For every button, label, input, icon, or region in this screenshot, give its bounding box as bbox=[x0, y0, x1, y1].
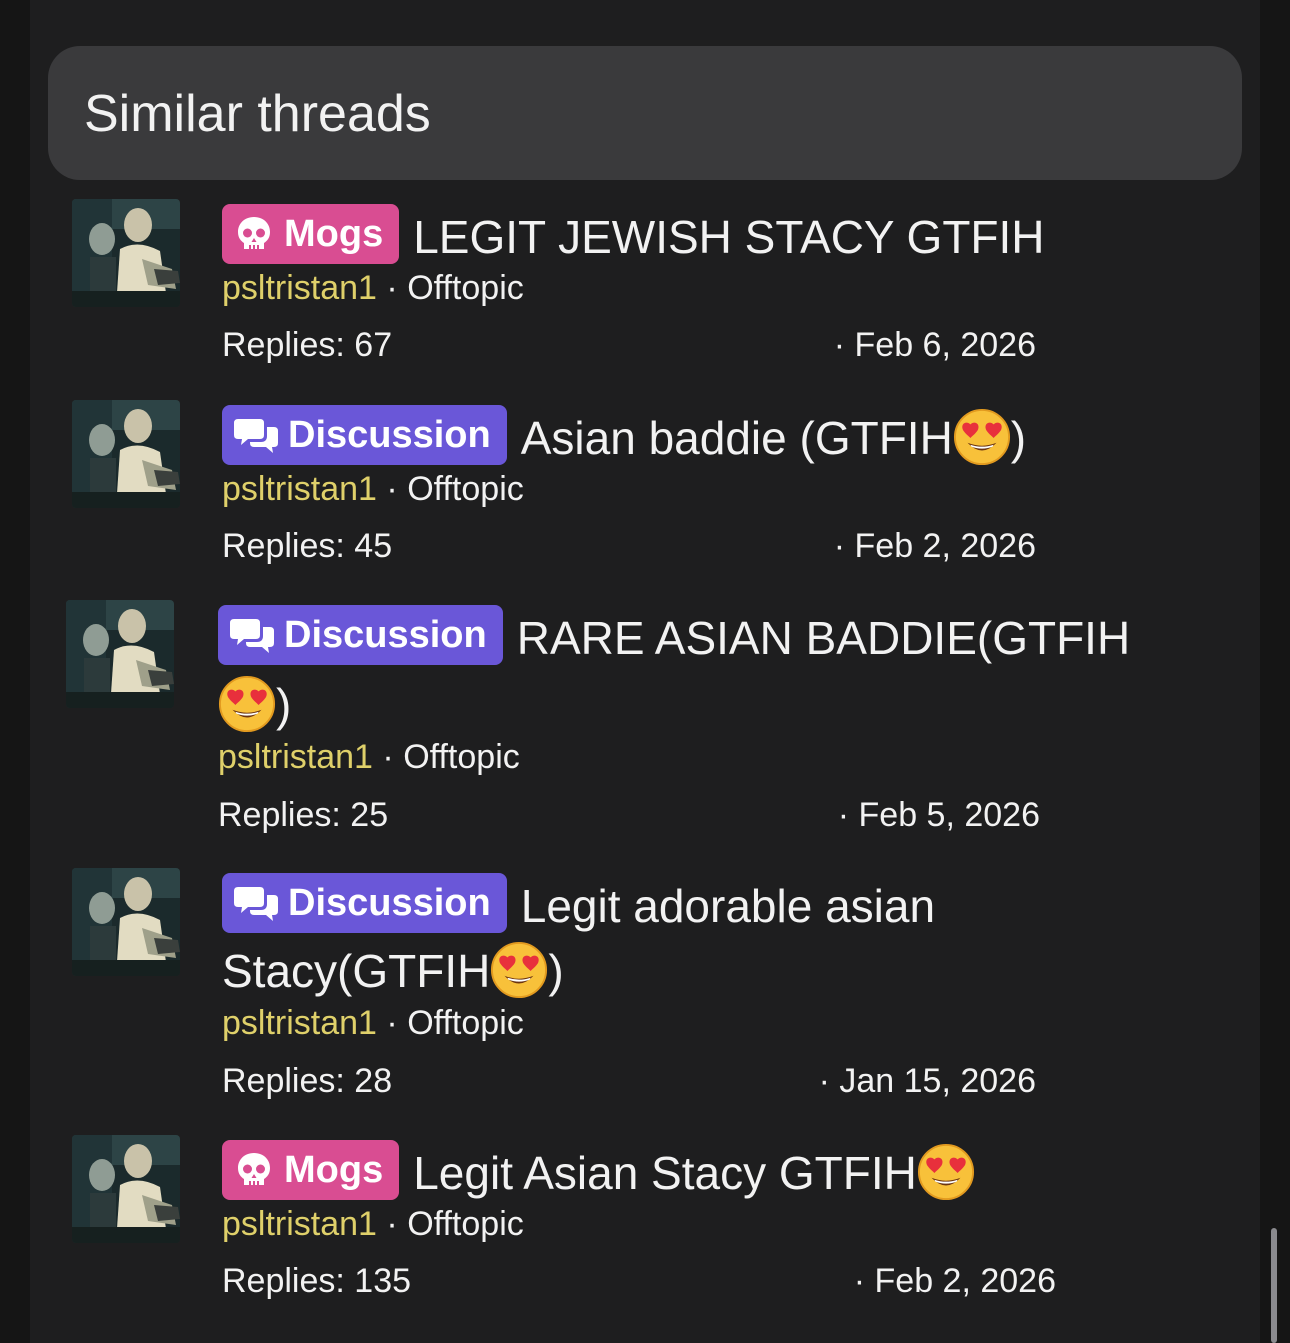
reply-count: Replies: 28 bbox=[222, 1062, 393, 1100]
prefix-label: Discussion bbox=[288, 882, 491, 924]
section-header: Similar threads bbox=[48, 46, 1242, 180]
heart-eyes-emoji-icon bbox=[218, 675, 276, 733]
prefix-label: Discussion bbox=[284, 614, 487, 656]
scrollbar[interactable] bbox=[1271, 1228, 1277, 1343]
reply-count: Replies: 45 bbox=[222, 527, 393, 565]
avatar[interactable] bbox=[72, 868, 180, 976]
thread-title-line[interactable]: Mogs Legit Asian Stacy GTFIH bbox=[222, 1140, 975, 1206]
thread-title-suffix[interactable]: ) bbox=[1011, 412, 1026, 464]
thread-title[interactable]: LEGIT JEWISH STACY GTFIH bbox=[413, 211, 1044, 263]
prefix-label: Discussion bbox=[288, 414, 491, 456]
thread-title-line[interactable]: Mogs LEGIT JEWISH STACY GTFIH bbox=[222, 204, 1045, 270]
thread-title-line[interactable]: Discussion RARE ASIAN BADDIE(GTFIH bbox=[218, 605, 1130, 671]
avatar[interactable] bbox=[72, 400, 180, 508]
heart-eyes-emoji-icon bbox=[953, 408, 1011, 466]
heart-eyes-emoji-icon bbox=[490, 941, 548, 999]
author-link[interactable]: psltristan1 bbox=[222, 1205, 377, 1243]
meta-separator: · bbox=[382, 738, 394, 776]
thread-title-line-2[interactable]: ) bbox=[218, 672, 291, 738]
forum-link[interactable]: Offtopic bbox=[407, 1205, 524, 1243]
thread-date: · Feb 2, 2026 bbox=[853, 1262, 1056, 1300]
thread-meta: psltristan1 · Offtopic bbox=[222, 469, 524, 509]
skull-icon bbox=[234, 1150, 274, 1190]
meta-separator: · bbox=[386, 470, 398, 508]
prefix-badge-mogs[interactable]: Mogs bbox=[222, 204, 400, 264]
similar-threads-panel: Similar threads Mogs LEGIT JEWISH STACY G… bbox=[30, 0, 1260, 1343]
prefix-badge-discussion[interactable]: Discussion bbox=[218, 605, 503, 665]
author-link[interactable]: psltristan1 bbox=[218, 738, 373, 776]
thread-date: · Feb 2, 2026 bbox=[833, 527, 1036, 565]
thread-meta: psltristan1 · Offtopic bbox=[222, 1204, 524, 1244]
reply-count: Replies: 67 bbox=[222, 326, 393, 364]
author-link[interactable]: psltristan1 bbox=[222, 269, 377, 307]
avatar[interactable] bbox=[66, 600, 174, 708]
forum-link[interactable]: Offtopic bbox=[407, 269, 524, 307]
avatar[interactable] bbox=[72, 199, 180, 307]
chat-bubbles-icon bbox=[230, 615, 274, 655]
thread-title-suffix[interactable]: ) bbox=[276, 679, 291, 731]
chat-bubbles-icon bbox=[234, 415, 278, 455]
thread-date: · Jan 15, 2026 bbox=[818, 1062, 1036, 1100]
heart-eyes-emoji-icon bbox=[917, 1143, 975, 1201]
reply-count: Replies: 135 bbox=[222, 1262, 412, 1300]
author-link[interactable]: psltristan1 bbox=[222, 1004, 377, 1042]
section-title: Similar threads bbox=[84, 85, 431, 143]
thread-title[interactable]: Asian baddie (GTFIH bbox=[521, 412, 953, 464]
thread-title-line[interactable]: Discussion Asian baddie (GTFIH) bbox=[222, 405, 1026, 471]
thread-date: · Feb 5, 2026 bbox=[837, 796, 1040, 834]
avatar[interactable] bbox=[72, 1135, 180, 1243]
prefix-label: Mogs bbox=[284, 1149, 384, 1191]
skull-icon bbox=[234, 214, 274, 254]
thread-title[interactable]: Legit Asian Stacy GTFIH bbox=[413, 1147, 917, 1199]
thread-title-line[interactable]: Discussion Legit adorable asian bbox=[222, 873, 935, 939]
author-link[interactable]: psltristan1 bbox=[222, 470, 377, 508]
thread-title-cont[interactable]: Stacy(GTFIH bbox=[222, 945, 490, 997]
thread-title-suffix[interactable]: ) bbox=[548, 945, 563, 997]
meta-separator: · bbox=[386, 269, 398, 307]
reply-count: Replies: 25 bbox=[218, 796, 389, 834]
chat-bubbles-icon bbox=[234, 883, 278, 923]
forum-link[interactable]: Offtopic bbox=[407, 470, 524, 508]
prefix-badge-discussion[interactable]: Discussion bbox=[222, 405, 507, 465]
prefix-badge-mogs[interactable]: Mogs bbox=[222, 1140, 400, 1200]
prefix-label: Mogs bbox=[284, 213, 384, 255]
thread-date: · Feb 6, 2026 bbox=[833, 326, 1036, 364]
thread-title[interactable]: RARE ASIAN BADDIE(GTFIH bbox=[517, 612, 1130, 664]
thread-title[interactable]: Legit adorable asian bbox=[521, 880, 935, 932]
forum-link[interactable]: Offtopic bbox=[403, 738, 520, 776]
thread-meta: psltristan1 · Offtopic bbox=[222, 268, 524, 308]
meta-separator: · bbox=[386, 1004, 398, 1042]
thread-meta: psltristan1 · Offtopic bbox=[218, 737, 520, 777]
meta-separator: · bbox=[386, 1205, 398, 1243]
prefix-badge-discussion[interactable]: Discussion bbox=[222, 873, 507, 933]
thread-meta: psltristan1 · Offtopic bbox=[222, 1003, 524, 1043]
thread-title-line-2[interactable]: Stacy(GTFIH) bbox=[222, 938, 564, 1004]
forum-link[interactable]: Offtopic bbox=[407, 1004, 524, 1042]
